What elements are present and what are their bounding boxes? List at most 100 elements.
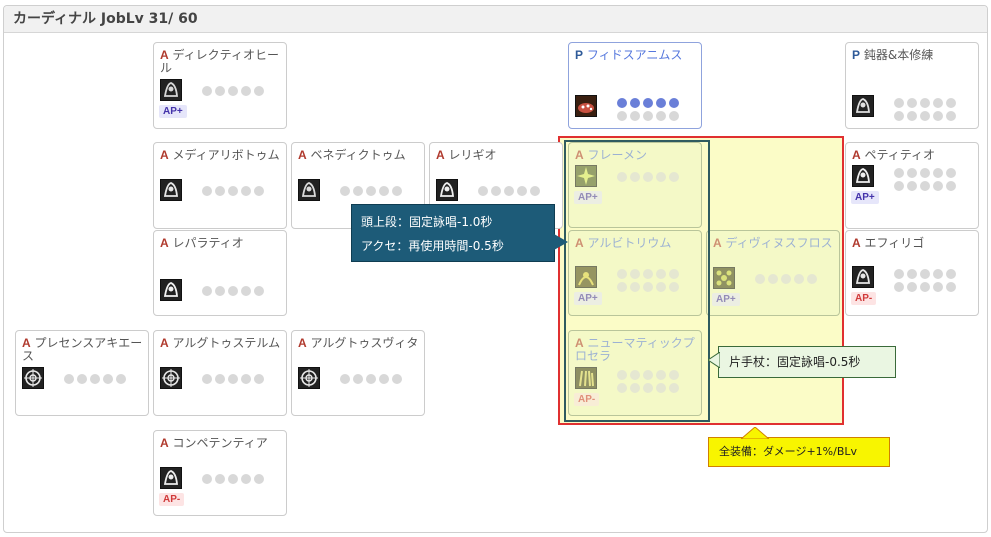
- level-dot[interactable]: [907, 181, 917, 191]
- level-dot[interactable]: [379, 374, 389, 384]
- level-dot[interactable]: [933, 181, 943, 191]
- ap-badge: AP+: [712, 293, 740, 306]
- level-dot[interactable]: [907, 282, 917, 292]
- level-dot[interactable]: [215, 86, 225, 96]
- level-dot[interactable]: [933, 111, 943, 121]
- level-dot[interactable]: [392, 374, 402, 384]
- level-dot[interactable]: [366, 374, 376, 384]
- level-dot[interactable]: [755, 274, 765, 284]
- full-set-tooltip: 全装備：ダメージ+1%/BLv: [708, 437, 890, 467]
- level-dot[interactable]: [202, 86, 212, 96]
- level-dot[interactable]: [90, 374, 100, 384]
- level-dot[interactable]: [894, 181, 904, 191]
- level-dot[interactable]: [530, 186, 540, 196]
- level-dot[interactable]: [202, 374, 212, 384]
- level-dot[interactable]: [807, 274, 817, 284]
- skill-card[interactable]: A コンペテンティア AP-: [153, 430, 287, 516]
- level-dot[interactable]: [340, 186, 350, 196]
- skill-card[interactable]: A アルグトゥスヴィタ: [291, 330, 425, 416]
- level-dot[interactable]: [669, 111, 679, 121]
- level-dot[interactable]: [379, 186, 389, 196]
- level-dot[interactable]: [241, 186, 251, 196]
- level-dot[interactable]: [215, 374, 225, 384]
- level-dot[interactable]: [254, 374, 264, 384]
- skill-card[interactable]: A エフィリゴ AP-: [845, 230, 979, 316]
- skill-name: A ディヴィヌスフロス: [713, 237, 837, 250]
- level-dot[interactable]: [215, 286, 225, 296]
- level-dot[interactable]: [77, 374, 87, 384]
- level-dot[interactable]: [392, 186, 402, 196]
- book-icon: [852, 95, 874, 117]
- level-dot[interactable]: [64, 374, 74, 384]
- skill-level-dots: [202, 81, 282, 96]
- level-dot[interactable]: [353, 374, 363, 384]
- level-dot[interactable]: [920, 282, 930, 292]
- level-dot[interactable]: [517, 186, 527, 196]
- level-dot[interactable]: [920, 111, 930, 121]
- level-dot[interactable]: [202, 286, 212, 296]
- skill-type-badge: A: [160, 436, 169, 450]
- level-dot[interactable]: [254, 186, 264, 196]
- level-dot[interactable]: [241, 474, 251, 484]
- level-dot[interactable]: [228, 374, 238, 384]
- level-dot[interactable]: [241, 286, 251, 296]
- level-dot[interactable]: [228, 86, 238, 96]
- skill-type-badge: P: [575, 48, 584, 62]
- level-dot[interactable]: [894, 282, 904, 292]
- level-dot[interactable]: [228, 474, 238, 484]
- skill-card[interactable]: A レパラティオ: [153, 230, 287, 316]
- level-dot[interactable]: [946, 181, 956, 191]
- level-dot[interactable]: [794, 274, 804, 284]
- skill-type-badge: A: [852, 148, 861, 162]
- skill-card[interactable]: P 鈍器&本修練: [845, 42, 979, 129]
- level-dot[interactable]: [353, 186, 363, 196]
- skill-level-dots: [202, 469, 282, 484]
- level-dot[interactable]: [643, 111, 653, 121]
- wind-icon: [852, 266, 874, 288]
- ap-badge: AP+: [159, 105, 187, 118]
- skill-card[interactable]: A メディアリボトゥム: [153, 142, 287, 229]
- level-dot[interactable]: [254, 474, 264, 484]
- skill-type-badge: P: [852, 48, 861, 62]
- level-dot[interactable]: [366, 186, 376, 196]
- level-dot[interactable]: [491, 186, 501, 196]
- level-dot[interactable]: [340, 374, 350, 384]
- level-dot[interactable]: [907, 111, 917, 121]
- skill-card[interactable]: A プレセンスアキエース: [15, 330, 149, 416]
- level-dot[interactable]: [228, 186, 238, 196]
- level-dot[interactable]: [656, 111, 666, 121]
- skill-card[interactable]: A ディレクティオヒール AP+: [153, 42, 287, 129]
- level-dot[interactable]: [617, 111, 627, 121]
- skill-level-dots: [64, 369, 144, 384]
- level-dot[interactable]: [478, 186, 488, 196]
- level-dot[interactable]: [215, 474, 225, 484]
- level-dot[interactable]: [933, 282, 943, 292]
- level-dot[interactable]: [202, 186, 212, 196]
- level-dot[interactable]: [241, 374, 251, 384]
- skill-card[interactable]: A ディヴィヌスフロス AP+: [706, 230, 840, 316]
- level-dot[interactable]: [254, 286, 264, 296]
- level-dot[interactable]: [116, 374, 126, 384]
- cross-sword-icon: [298, 179, 320, 201]
- skill-card[interactable]: P フィドスアニムス: [568, 42, 702, 129]
- level-dot[interactable]: [202, 474, 212, 484]
- level-dot[interactable]: [946, 111, 956, 121]
- level-dot[interactable]: [920, 181, 930, 191]
- level-dot[interactable]: [768, 274, 778, 284]
- level-dot[interactable]: [504, 186, 514, 196]
- level-dot[interactable]: [781, 274, 791, 284]
- skill-card[interactable]: A ペティティオ AP+: [845, 142, 979, 229]
- level-dot[interactable]: [254, 86, 264, 96]
- skill-level-dots: [478, 181, 558, 196]
- level-dot[interactable]: [894, 111, 904, 121]
- skill-name: A ディレクティオヒール: [160, 49, 284, 75]
- level-dot[interactable]: [946, 282, 956, 292]
- skill-card[interactable]: A アルグトゥステルム: [153, 330, 287, 416]
- level-dot[interactable]: [241, 86, 251, 96]
- level-dot[interactable]: [228, 286, 238, 296]
- skill-level-dots: [202, 181, 282, 196]
- skill-name: A アルグトゥスヴィタ: [298, 337, 422, 350]
- level-dot[interactable]: [103, 374, 113, 384]
- level-dot[interactable]: [630, 111, 640, 121]
- level-dot[interactable]: [215, 186, 225, 196]
